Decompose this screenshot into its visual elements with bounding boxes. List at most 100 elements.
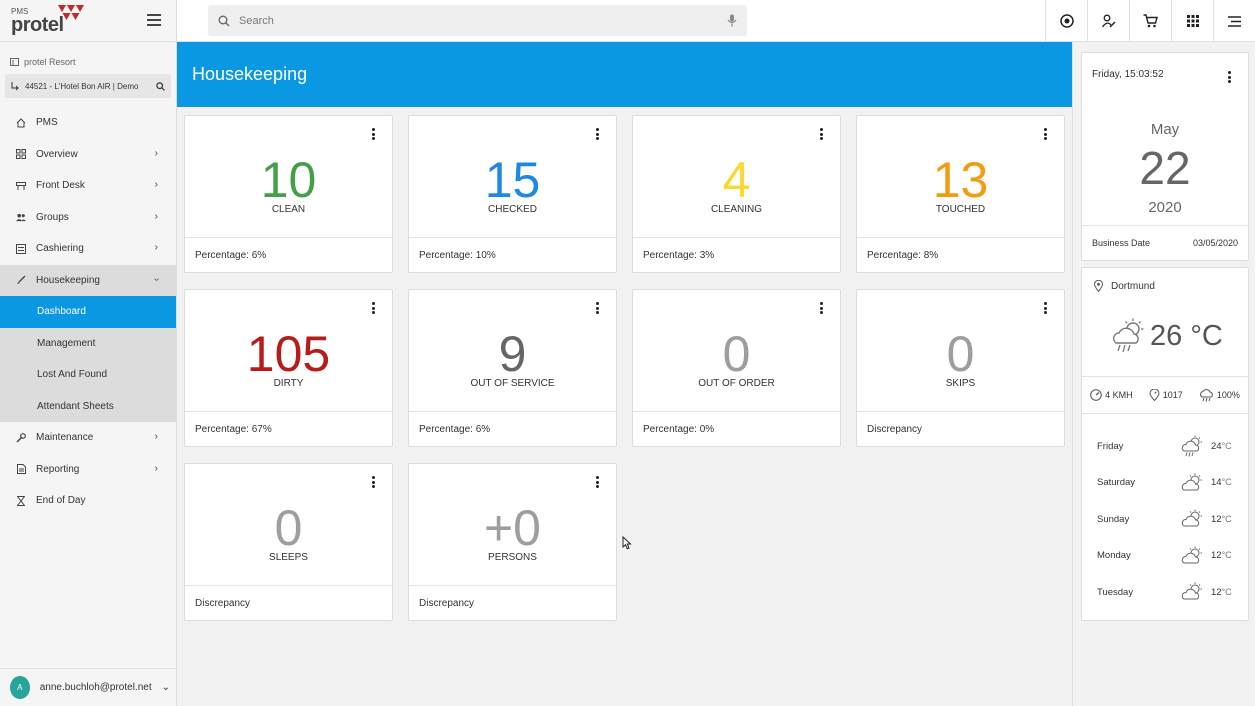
nav-item-reporting[interactable]: Reporting › [0, 454, 176, 486]
nav-item-front-desk[interactable]: Front Desk › [0, 170, 176, 202]
weather-location: Dortmund [1094, 280, 1155, 292]
protel-logo-icon [58, 5, 84, 20]
forecast-temp-group: 12°C [1211, 514, 1232, 525]
more-options-icon[interactable] [817, 301, 825, 315]
forecast-day: Saturday [1097, 477, 1136, 489]
forecast-temp-group: 12°C [1211, 587, 1232, 598]
nav-sub-dashboard[interactable]: Dashboard [0, 296, 176, 328]
chevron-right-icon: › [154, 179, 158, 190]
grid-icon [16, 149, 26, 160]
tile-value: 0 [274, 500, 303, 556]
search-icon [218, 15, 230, 26]
status-tile-dirty: 105 DIRTY Percentage: 67% [184, 289, 393, 447]
search-input[interactable] [239, 14, 718, 27]
nav-item-overview[interactable]: Overview › [0, 139, 176, 171]
forecast-temp: 24 [1211, 440, 1222, 452]
cloud-sun-icon [1179, 509, 1205, 529]
wrench-icon [16, 432, 26, 443]
more-options-icon[interactable] [1225, 70, 1233, 84]
target-icon [1059, 14, 1074, 28]
nav-item-groups[interactable]: Groups › [0, 202, 176, 234]
tile-value: 105 [246, 326, 331, 382]
city-name: Dortmund [1111, 280, 1155, 292]
tile-label: SKIPS [945, 378, 976, 389]
cloud-sun-icon [1179, 582, 1205, 602]
front-desk-icon [16, 181, 26, 191]
more-options-icon[interactable] [369, 301, 377, 315]
forecast-row: Sunday 12°C [1082, 501, 1248, 538]
user-menu[interactable]: A anne.buchloh@protel.net ⌄ [0, 668, 176, 706]
chevron-right-icon: › [154, 462, 158, 474]
tile-label: CLEAN [271, 204, 306, 215]
nav-label-end-of-day: End of Day [36, 495, 86, 507]
more-options-icon[interactable] [593, 475, 601, 489]
sub-arrow-icon [11, 81, 19, 90]
more-options-icon[interactable] [817, 127, 825, 141]
search-icon[interactable] [156, 81, 165, 91]
tile-footer: Percentage: 10% [409, 237, 616, 272]
more-options-icon[interactable] [369, 127, 377, 141]
more-options-icon[interactable] [593, 127, 601, 141]
more-options-icon[interactable] [1041, 301, 1049, 315]
avatar: A [10, 676, 30, 699]
tile-footer: Percentage: 67% [185, 411, 392, 446]
cart-button[interactable] [1129, 0, 1171, 42]
nav-label-cashiering: Cashiering [36, 243, 84, 255]
forecast-temp-group: 12°C [1211, 550, 1232, 561]
mouse-cursor-icon [622, 536, 632, 550]
hamburger-menu-icon[interactable] [147, 14, 161, 26]
target-button[interactable] [1045, 0, 1087, 42]
nav-label-reporting: Reporting [36, 463, 80, 475]
tile-footer: Percentage: 3% [633, 237, 840, 272]
more-options-icon[interactable] [369, 475, 377, 489]
property-name: protel Resort [24, 57, 76, 67]
tile-value: 13 [932, 152, 989, 208]
status-tile-clean: 10 CLEAN Percentage: 6% [184, 115, 393, 273]
nav-item-housekeeping[interactable]: Housekeeping › [0, 264, 176, 296]
nav-sub-management[interactable]: Management [0, 327, 176, 359]
nav-item-end-of-day[interactable]: End of Day [0, 485, 176, 517]
forecast-temp: 12 [1211, 550, 1222, 562]
date-card: Friday, 15:03:52 May 22 2020 Business Da… [1081, 52, 1249, 261]
microphone-icon[interactable] [727, 14, 737, 27]
nav-label-front-desk: Front Desk [36, 180, 85, 192]
hotel-selector[interactable]: 44521 - L'Hotel Bon AIR | Demo [5, 74, 171, 98]
tile-footer: Percentage: 0% [633, 411, 840, 446]
forecast-unit: °C [1221, 440, 1232, 451]
hourglass-icon [16, 495, 26, 506]
forecast-temp: 14 [1211, 477, 1222, 489]
tile-value: 10 [260, 152, 317, 208]
wind-speed: 4 KMH [1105, 390, 1133, 400]
tile-footer: Percentage: 6% [409, 411, 616, 446]
apps-grid-icon [1186, 15, 1199, 27]
forecast-unit: °C [1221, 477, 1232, 488]
rain-cloud-sun-icon [1179, 435, 1205, 457]
chevron-down-icon: ⌄ [161, 682, 170, 693]
nav-sub-lost-and-found[interactable]: Lost And Found [0, 359, 176, 391]
tile-value: 0 [722, 326, 751, 382]
forecast-row: Saturday 14°C [1082, 465, 1248, 502]
status-tile-out-of-service: 9 OUT OF SERVICE Percentage: 6% [408, 289, 617, 447]
forecast-unit: °C [1221, 550, 1232, 561]
current-weather: 26 °C [1110, 318, 1223, 354]
nav-item-maintenance[interactable]: Maintenance › [0, 422, 176, 454]
rain-cloud-sun-icon [1112, 318, 1144, 353]
chevron-right-icon: › [154, 242, 158, 253]
side-menu-button[interactable] [1213, 0, 1255, 42]
forecast-day: Tuesday [1097, 586, 1134, 598]
top-bar [177, 0, 1255, 42]
tile-value: 4 [722, 152, 751, 208]
tile-footer: Discrepancy [409, 585, 616, 620]
forecast-temp: 12 [1211, 513, 1222, 525]
nav-item-cashiering[interactable]: Cashiering › [0, 233, 176, 265]
building-icon [10, 58, 19, 66]
apps-button[interactable] [1171, 0, 1213, 42]
current-temperature: 26 °C [1150, 319, 1223, 352]
nav-sub-attendant-sheets[interactable]: Attendant Sheets [0, 390, 176, 422]
tile-label: TOUCHED [935, 204, 986, 215]
user-edit-button[interactable] [1087, 0, 1129, 42]
nav-item-pms[interactable]: PMS [0, 107, 176, 139]
more-options-icon[interactable] [1041, 127, 1049, 141]
forecast-temp: 12 [1211, 586, 1222, 598]
more-options-icon[interactable] [593, 301, 601, 315]
